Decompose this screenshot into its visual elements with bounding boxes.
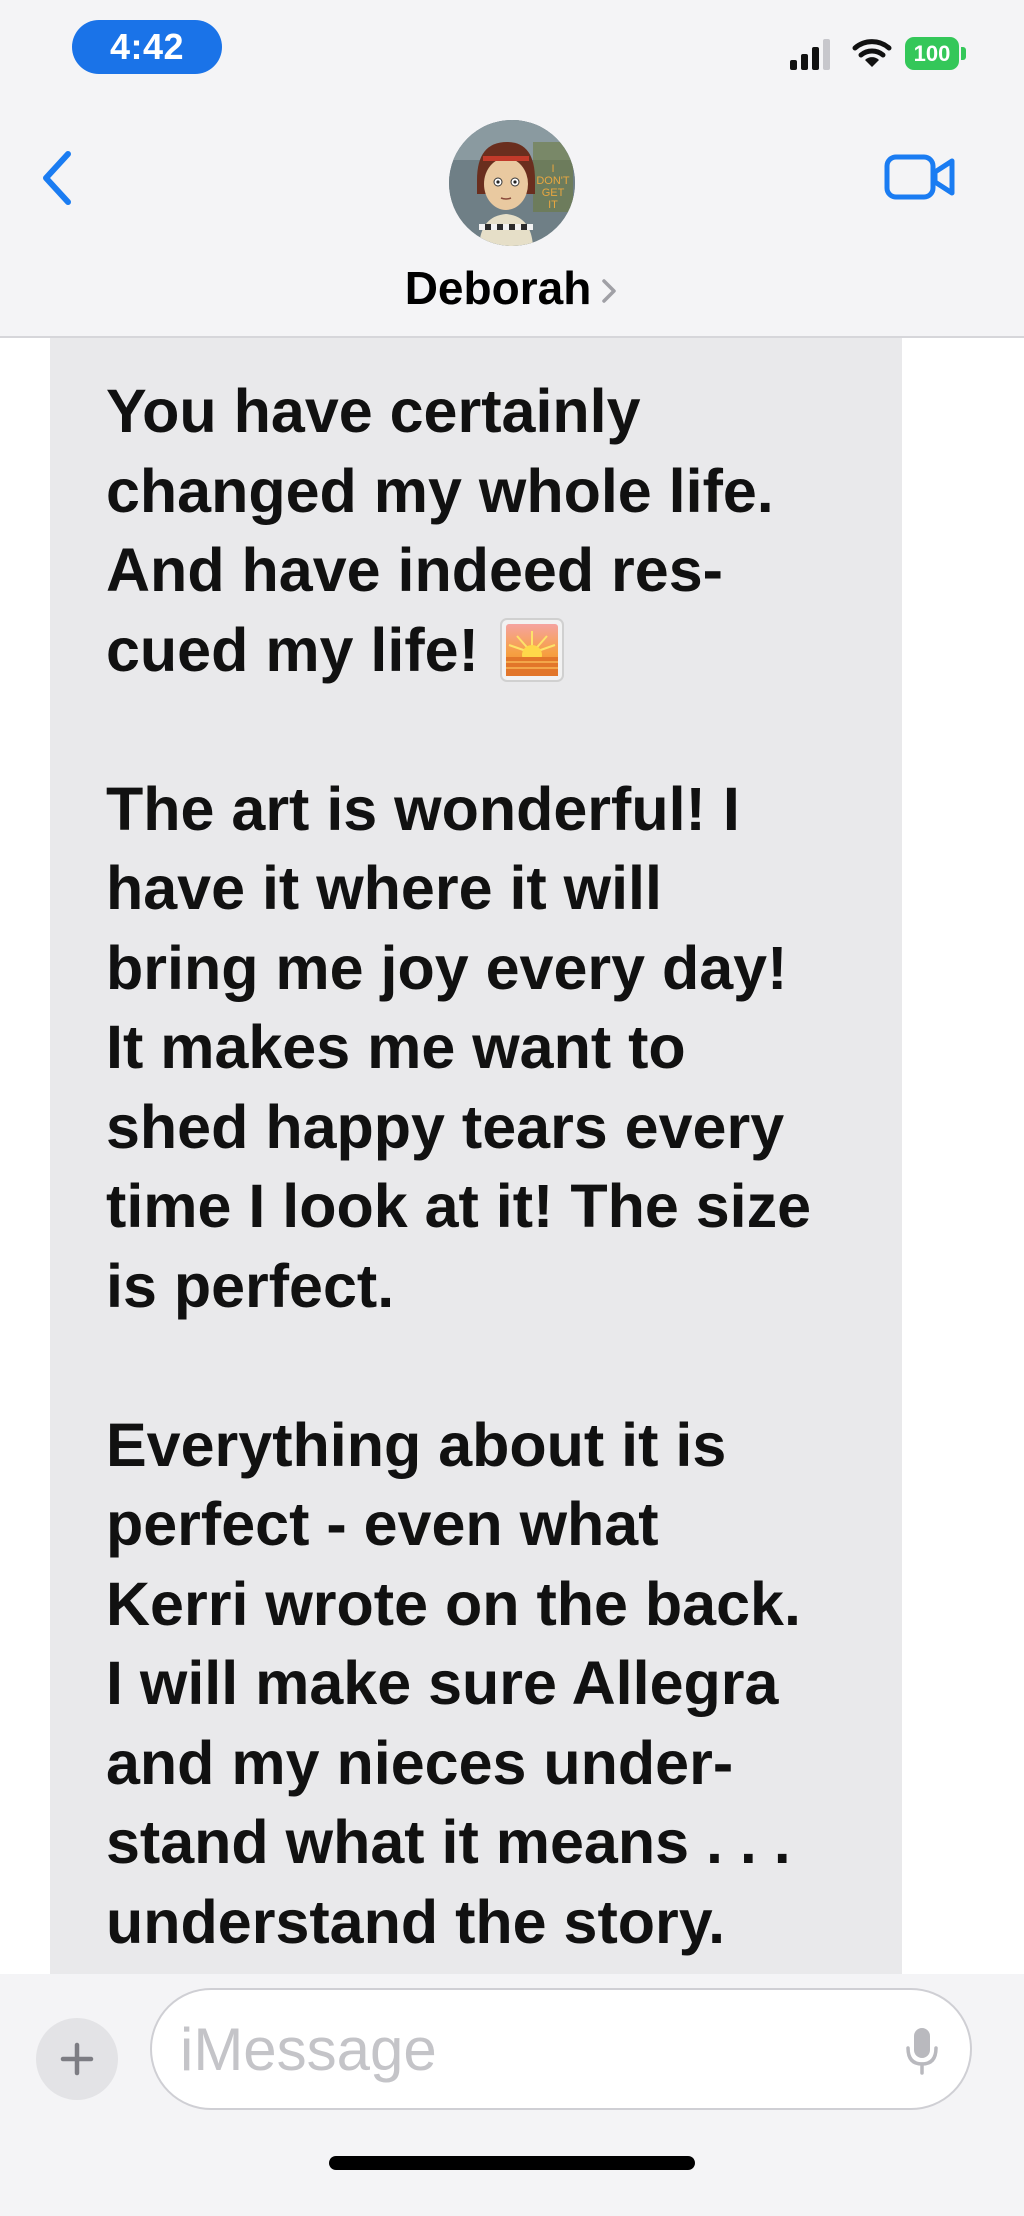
- messages-conversation-screen: 4:42 100 I DON'T GET IT Deborah You have…: [0, 0, 1024, 2216]
- message-line: is perfect.: [106, 1251, 395, 1320]
- message-line: bring me joy every day!: [106, 933, 788, 1002]
- message-line: time I look at it! The size: [106, 1172, 812, 1240]
- contact-name: Deborah: [404, 262, 592, 314]
- wifi-icon: [852, 39, 892, 67]
- status-bar: 4:42 100: [0, 0, 1024, 100]
- chevron-left-icon[interactable]: [34, 146, 84, 210]
- battery-level: 100: [913, 40, 951, 66]
- message-line: Kerri wrote on the back.: [106, 1569, 801, 1638]
- battery-tip: [961, 47, 966, 60]
- message-line: cued my life!: [106, 615, 479, 684]
- svg-text:IT: IT: [548, 199, 558, 211]
- message-line: I will make sure Allegra: [106, 1649, 779, 1717]
- plus-icon: [60, 2042, 94, 2076]
- message-thread[interactable]: You have certainly changed my whole life…: [0, 338, 1024, 1978]
- battery-body: 100: [905, 37, 959, 70]
- cellular-signal-icon: [790, 39, 830, 70]
- time-pill[interactable]: 4:42: [72, 20, 222, 74]
- message-line-with-emoji: cued my life!: [106, 611, 846, 691]
- message-line: changed my whole life.: [106, 456, 774, 525]
- avatar[interactable]: I DON'T GET IT: [449, 120, 575, 246]
- home-indicator[interactable]: [329, 2156, 695, 2170]
- svg-text:I: I: [551, 163, 554, 175]
- message-line: understand the story.: [106, 1887, 726, 1956]
- message-line: You have certainly: [106, 377, 641, 445]
- chevron-right-icon: [602, 279, 617, 303]
- video-camera-icon[interactable]: [884, 152, 956, 202]
- message-line: have it where it will: [106, 854, 662, 922]
- battery-indicator: 100: [905, 37, 966, 70]
- message-line: shed happy tears every: [106, 1092, 785, 1161]
- message-line: perfect - even what: [106, 1490, 659, 1558]
- avatar-illustration: I DON'T GET IT: [449, 120, 575, 246]
- microphone-icon[interactable]: [904, 2026, 940, 2076]
- svg-text:DON'T: DON'T: [536, 175, 570, 187]
- message-line: and my nieces under-: [106, 1728, 734, 1797]
- message-line: It makes me want to: [106, 1013, 686, 1081]
- svg-text:GET: GET: [542, 187, 565, 199]
- message-line: The art is wonderful! I: [106, 774, 740, 843]
- contact-name-button[interactable]: Deborah: [0, 258, 1024, 318]
- apps-plus-button[interactable]: [36, 2018, 118, 2100]
- conversation-header: 4:42 100 I DON'T GET IT Deborah: [0, 0, 1024, 338]
- sunrise-emoji: [499, 618, 564, 683]
- message-line: Everything about it is: [106, 1410, 727, 1479]
- message-line: [106, 1326, 846, 1406]
- compose-bar: [0, 1974, 1024, 2216]
- status-time: 4:42: [109, 26, 185, 67]
- message-line: And have indeed res-: [106, 536, 723, 604]
- received-message-bubble[interactable]: You have certainly changed my whole life…: [50, 338, 902, 1978]
- message-line: stand what it means . . .: [106, 1808, 791, 1876]
- message-line: [106, 690, 846, 770]
- imessage-input[interactable]: [150, 1988, 972, 2110]
